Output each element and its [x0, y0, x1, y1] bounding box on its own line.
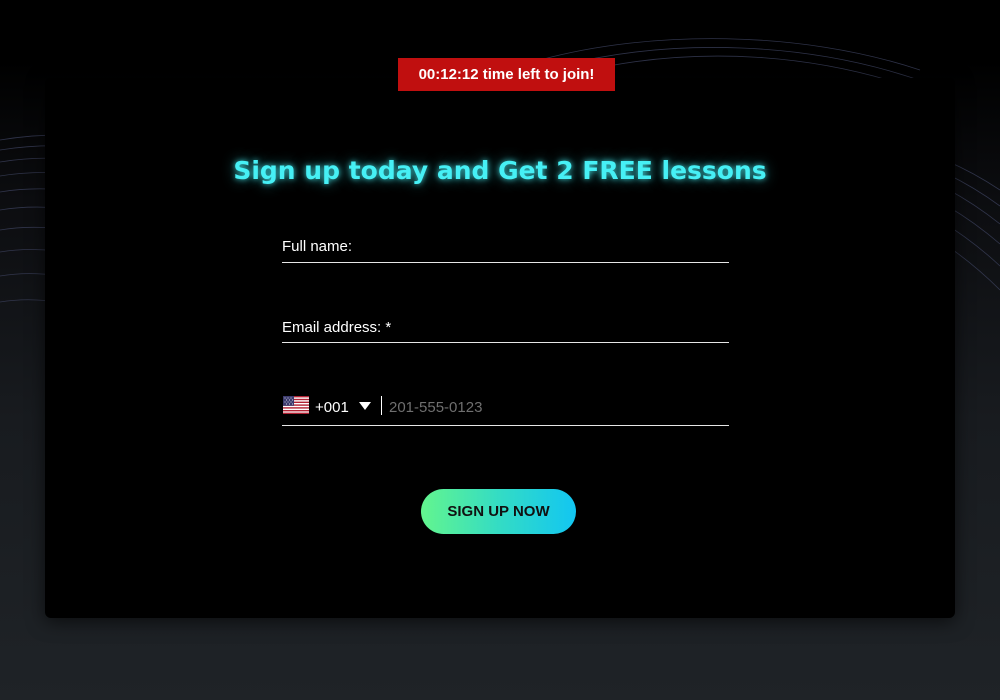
email-label: Email address: *: [282, 319, 392, 336]
full-name-input[interactable]: [372, 236, 722, 260]
phone-divider: [381, 396, 382, 415]
chevron-down-icon[interactable]: [359, 402, 371, 410]
page-headline: Sign up today and Get 2 FREE lessons: [233, 156, 767, 185]
phone-input[interactable]: [389, 395, 719, 419]
us-flag-icon[interactable]: [283, 396, 309, 414]
phone-field[interactable]: +001: [282, 393, 729, 426]
full-name-label: Full name:: [282, 238, 353, 255]
email-input[interactable]: [402, 317, 722, 341]
full-name-field[interactable]: Full name:: [282, 234, 729, 263]
email-field[interactable]: Email address: *: [282, 315, 729, 343]
sign-up-button[interactable]: SIGN UP NOW: [421, 489, 576, 534]
countdown-timer-badge: 00:12:12 time left to join!: [398, 58, 615, 91]
country-dial-code[interactable]: +001: [315, 399, 349, 416]
